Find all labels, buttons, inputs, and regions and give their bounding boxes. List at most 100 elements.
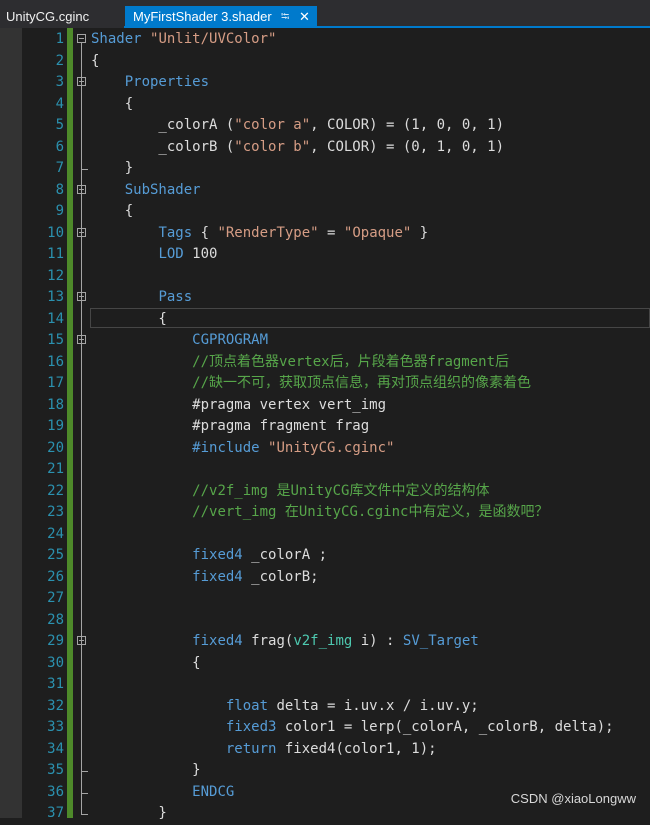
code-line[interactable]: 23 //vert_img 在UnityCG.cginc中有定义，是函数吧？: [0, 502, 650, 524]
code-line[interactable]: 32 float delta = i.uv.x / i.uv.y;: [0, 696, 650, 718]
code-line[interactable]: 31: [0, 674, 650, 696]
code-token: fixed4(color1, 1);: [276, 740, 437, 757]
fold-guide-end: [81, 792, 88, 794]
close-icon[interactable]: ✕: [299, 6, 310, 28]
code-line[interactable]: 7 }: [0, 158, 650, 180]
code-line[interactable]: 6 _colorB ("color b", COLOR) = (0, 1, 0,…: [0, 137, 650, 159]
code-text: //vert_img 在UnityCG.cginc中有定义，是函数吧？: [91, 502, 548, 524]
line-number: 31: [47, 676, 64, 692]
code-token: _colorA (: [91, 117, 235, 133]
code-line[interactable]: 2{: [0, 51, 650, 73]
line-number: 25: [47, 547, 64, 563]
code-line[interactable]: 8 SubShader: [0, 180, 650, 202]
code-line[interactable]: 25 fixed4 _colorA ;: [0, 545, 650, 567]
code-line[interactable]: 37 }: [0, 803, 650, 825]
code-line[interactable]: 24: [0, 524, 650, 546]
fold-guide-line: [81, 645, 82, 771]
code-line[interactable]: 1 Shader "Unlit/UVColor": [0, 29, 650, 51]
line-number: 5: [55, 117, 64, 133]
code-token: CGPROGRAM: [192, 332, 269, 348]
code-text: ENDCG: [91, 782, 234, 804]
code-token: "Unlit/UVColor": [150, 31, 277, 47]
code-line[interactable]: 30 {: [0, 653, 650, 675]
tab-label: MyFirstShader 3.shader: [133, 9, 272, 24]
code-line[interactable]: 18 #pragma vertex vert_img: [0, 395, 650, 417]
code-line[interactable]: 34 return fixed4(color1, 1);: [0, 739, 650, 761]
code-line[interactable]: 11 LOD 100: [0, 244, 650, 266]
code-token: {: [91, 52, 100, 69]
code-text: SubShader: [91, 180, 201, 202]
code-text: {: [91, 51, 99, 73]
line-number: 4: [55, 95, 64, 112]
code-line[interactable]: 33 fixed3 color1 = lerp(_colorA, _colorB…: [0, 717, 650, 739]
line-number: 12: [47, 267, 64, 284]
line-number: 34: [47, 740, 64, 757]
code-line[interactable]: 27: [0, 588, 650, 610]
code-token: fixed4: [192, 547, 243, 563]
line-number: 7: [55, 160, 64, 176]
code-token: {: [91, 95, 134, 112]
code-line[interactable]: 22 //v2f_img 是UnityCG库文件中定义的结构体: [0, 481, 650, 503]
line-number: 36: [47, 783, 64, 800]
code-token: i) :: [352, 633, 403, 649]
tab-myfirstshader[interactable]: MyFirstShader 3.shader ⭾ ✕: [125, 6, 317, 28]
code-token: //缺一不可，获取顶点信息，再对顶点组织的像素着色: [192, 375, 532, 391]
code-token: "color a": [234, 117, 311, 133]
line-number: 23: [47, 504, 64, 520]
code-text: _colorA ("color a", COLOR) = (1, 0, 0, 1…: [91, 115, 504, 137]
code-line[interactable]: 13 Pass: [0, 287, 650, 309]
fold-guide-line: [81, 86, 82, 169]
tab-label: UnityCG.cginc: [6, 9, 90, 24]
code-token: }: [91, 160, 134, 176]
code-editor[interactable]: 1 Shader "Unlit/UVColor" 2{3 Properties 4 {…: [0, 28, 650, 821]
code-line[interactable]: 15 CGPROGRAM: [0, 330, 650, 352]
code-line[interactable]: 21: [0, 459, 650, 481]
line-number: 21: [47, 461, 64, 477]
code-line[interactable]: 9 {: [0, 201, 650, 223]
code-line[interactable]: 12: [0, 266, 650, 288]
line-number: 22: [47, 482, 64, 499]
code-text: return fixed4(color1, 1);: [91, 739, 437, 761]
code-token: float: [225, 697, 269, 714]
code-token: "color b": [234, 138, 311, 155]
code-text: fixed4 _colorB;: [91, 567, 318, 589]
tab-unitycg-cginc[interactable]: UnityCG.cginc: [0, 6, 124, 28]
code-token: }: [411, 224, 429, 241]
code-line[interactable]: 3 Properties: [0, 72, 650, 94]
code-text: Pass: [91, 287, 192, 309]
code-token: ENDCG: [192, 783, 235, 800]
code-line[interactable]: 17 //缺一不可，获取顶点信息，再对顶点组织的像素着色: [0, 373, 650, 395]
code-line[interactable]: 16 //顶点着色器vertex后，片段着色器fragment后: [0, 352, 650, 374]
line-number: 29: [47, 633, 64, 649]
code-line[interactable]: 4 {: [0, 94, 650, 116]
code-token: delta = i.uv.x / i.uv.y;: [268, 697, 479, 714]
code-token: Shader: [91, 31, 142, 47]
code-line[interactable]: 26 fixed4 _colorB;: [0, 567, 650, 589]
code-line[interactable]: 35 }: [0, 760, 650, 782]
code-line[interactable]: 10 Tags { "RenderType" = "Opaque" }: [0, 223, 650, 245]
code-text: //v2f_img 是UnityCG库文件中定义的结构体: [91, 481, 489, 503]
code-line[interactable]: 5 _colorA ("color a", COLOR) = (1, 0, 0,…: [0, 115, 650, 137]
line-number: 16: [47, 353, 64, 370]
code-token: #pragma vertex vert_img: [91, 396, 387, 413]
code-line[interactable]: 20 #include "UnityCG.cginc": [0, 438, 650, 460]
line-number: 20: [47, 439, 64, 456]
code-token: "UnityCG.cginc": [268, 439, 395, 456]
fold-collapse-icon[interactable]: [77, 34, 86, 43]
code-token: _colorA ;: [242, 547, 328, 563]
code-line[interactable]: 29 fixed4 frag(v2f_img i) : SV_Target: [0, 631, 650, 653]
code-text: #pragma vertex vert_img: [91, 395, 386, 417]
code-line[interactable]: 28: [0, 610, 650, 632]
code-token: {: [192, 224, 218, 241]
code-line[interactable]: 19 #pragma fragment frag: [0, 416, 650, 438]
code-token: //v2f_img 是UnityCG库文件中定义的结构体: [192, 482, 490, 499]
code-token: LOD: [158, 246, 184, 262]
code-text: //缺一不可，获取顶点信息，再对顶点组织的像素着色: [91, 373, 531, 395]
pin-icon[interactable]: ⭾: [281, 6, 289, 28]
